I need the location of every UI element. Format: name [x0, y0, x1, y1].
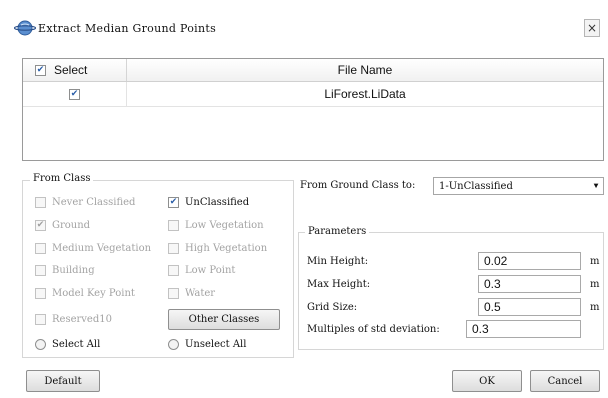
select-column-header[interactable]: ✔ Select	[23, 59, 127, 81]
from-class-title: From Class	[30, 173, 94, 184]
dialog-window: Extract Median Ground Points × ✔ Select …	[0, 0, 608, 398]
app-globe-icon	[14, 20, 36, 36]
checkbox[interactable]	[168, 288, 179, 299]
cancel-button[interactable]: Cancel	[530, 370, 600, 392]
select-column-label: Select	[54, 63, 88, 77]
unselect-all-radio[interactable]: Unselect All	[168, 339, 246, 350]
max-height-unit: m	[590, 279, 600, 290]
class-checkbox-ground[interactable]: ✔ Ground	[35, 220, 90, 231]
checkbox[interactable]	[35, 288, 46, 299]
select-all-radio[interactable]: Select All	[35, 339, 100, 350]
std-deviation-input[interactable]: 0.3	[466, 320, 581, 338]
other-classes-button[interactable]: Other Classes	[168, 309, 280, 330]
grid-size-label: Grid Size:	[307, 302, 358, 313]
checkbox[interactable]: ✔	[35, 220, 46, 231]
min-height-input[interactable]: 0.02	[478, 252, 581, 270]
class-checkbox-medium-vegetation[interactable]: Medium Vegetation	[35, 243, 151, 254]
min-height-unit: m	[590, 256, 600, 267]
parameters-title: Parameters	[305, 226, 370, 237]
class-checkbox-low-vegetation[interactable]: Low Vegetation	[168, 220, 264, 231]
class-label: Model Key Point	[52, 288, 135, 299]
checkbox[interactable]: ✔	[168, 197, 179, 208]
class-label: Never Classified	[52, 197, 136, 208]
ok-button[interactable]: OK	[452, 370, 522, 392]
grid-header: ✔ Select File Name	[23, 59, 603, 82]
to-class-dropdown[interactable]: 1-UnClassified ▼	[433, 177, 604, 195]
close-button[interactable]: ×	[584, 19, 600, 37]
dropdown-arrow-icon: ▼	[593, 181, 599, 191]
window-title: Extract Median Ground Points	[38, 21, 217, 35]
class-label: UnClassified	[185, 197, 250, 208]
checkbox[interactable]	[168, 243, 179, 254]
checkbox[interactable]	[35, 197, 46, 208]
class-label: Building	[52, 265, 95, 276]
max-height-input[interactable]: 0.3	[478, 275, 581, 293]
class-checkbox-model-key-point[interactable]: Model Key Point	[35, 288, 135, 299]
radio-circle[interactable]	[168, 339, 179, 350]
to-class-label: From Ground Class to:	[300, 180, 416, 191]
class-label: Reserved10	[52, 314, 112, 325]
max-height-label: Max Height:	[307, 279, 371, 290]
row-select-cell: ✔	[23, 82, 127, 106]
table-row[interactable]: ✔ LiForest.LiData	[23, 82, 603, 107]
class-label: Ground	[52, 220, 91, 231]
checkbox[interactable]	[35, 314, 46, 325]
file-name-column-label: File Name	[337, 63, 393, 77]
default-button[interactable]: Default	[26, 370, 100, 392]
checkbox[interactable]	[168, 220, 179, 231]
row-checkbox[interactable]: ✔	[69, 88, 80, 100]
checkbox[interactable]	[35, 265, 46, 276]
select-all-label: Select All	[52, 339, 101, 350]
class-checkbox-never-classified[interactable]: Never Classified	[35, 197, 135, 208]
min-height-label: Min Height:	[307, 256, 369, 267]
class-checkbox-water[interactable]: Water	[168, 288, 215, 299]
row-file-name: LiForest.LiData	[324, 87, 406, 101]
checkbox[interactable]	[168, 265, 179, 276]
class-checkbox-building[interactable]: Building	[35, 265, 95, 276]
unselect-all-label: Unselect All	[185, 339, 247, 350]
class-label: Medium Vegetation	[52, 243, 152, 254]
class-checkbox-reserved10[interactable]: Reserved10	[35, 314, 112, 325]
class-label: Water	[185, 288, 216, 299]
class-label: Low Point	[185, 265, 236, 276]
select-all-header-checkbox[interactable]: ✔	[35, 64, 46, 76]
grid-size-input[interactable]: 0.5	[478, 298, 581, 316]
class-checkbox-unclassified[interactable]: ✔ UnClassified	[168, 197, 249, 208]
radio-circle[interactable]	[35, 339, 46, 350]
class-label: High Vegetation	[185, 243, 268, 254]
to-class-value: 1-UnClassified	[439, 180, 513, 192]
checkbox[interactable]	[35, 243, 46, 254]
file-grid: ✔ Select File Name ✔ LiForest.LiData	[22, 58, 604, 161]
class-checkbox-low-point[interactable]: Low Point	[168, 265, 235, 276]
class-label: Low Vegetation	[185, 220, 264, 231]
grid-size-unit: m	[590, 302, 600, 313]
file-name-column-header[interactable]: File Name	[127, 59, 603, 81]
title-bar: Extract Median Ground Points	[14, 16, 216, 40]
class-checkbox-high-vegetation[interactable]: High Vegetation	[168, 243, 267, 254]
std-deviation-label: Multiples of std deviation:	[307, 324, 440, 335]
